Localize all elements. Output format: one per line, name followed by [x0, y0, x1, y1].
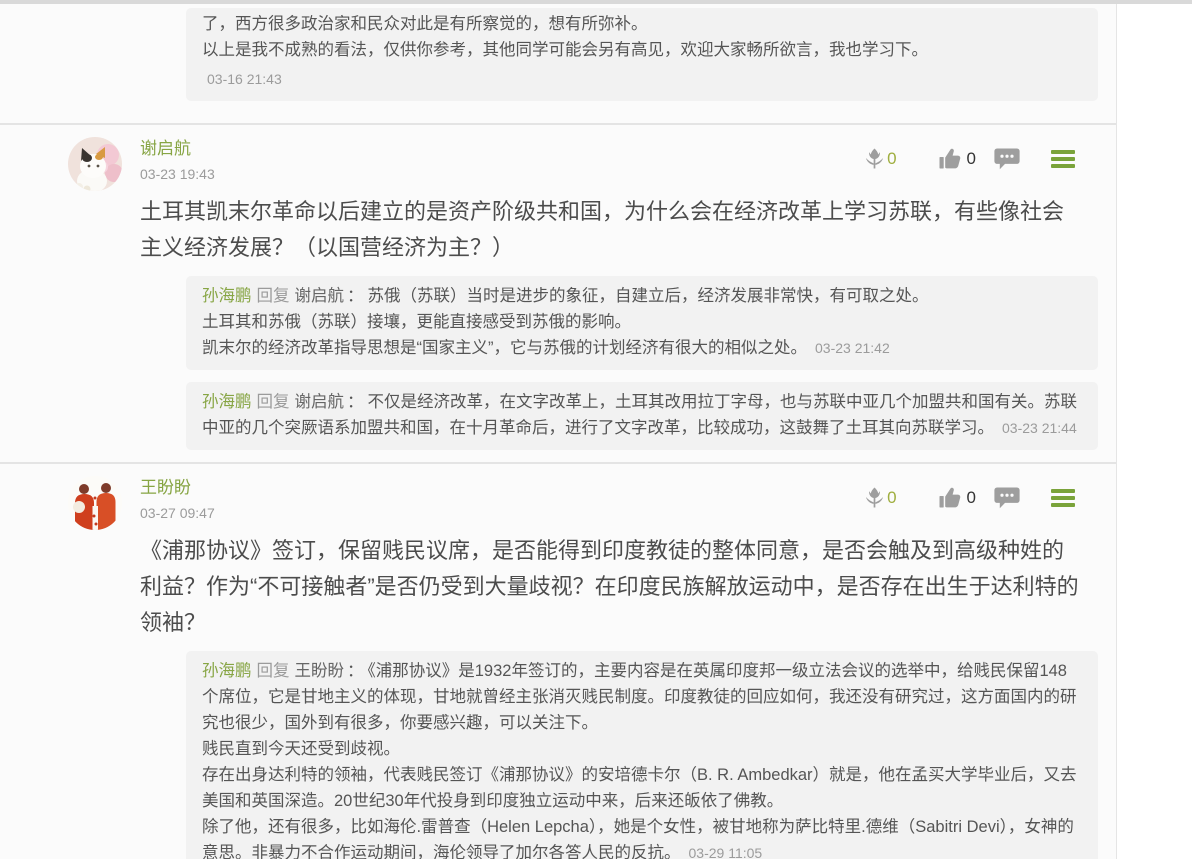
reply-box: 孙海鹏回复谢启航：苏俄（苏联）当时是进步的象征，自建立后，经济发展非常快，有可取…	[186, 276, 1098, 370]
reply-timestamp: 03-29 11:05	[689, 845, 763, 859]
avatar[interactable]	[68, 476, 122, 530]
comment-bubble-icon	[994, 487, 1020, 509]
vote-count: 0	[887, 488, 896, 508]
avatar[interactable]	[68, 137, 122, 191]
reply-box: 孙海鹏回复谢启航：不仅是经济改革，在文字改革上，土耳其改用拉丁字母，也与苏联中亚…	[186, 382, 1098, 450]
comment-thread: 谢启航 03-23 19:43 0 0	[0, 125, 1116, 462]
discussion-thread-panel: 了，西方很多政治家和民众对此是有所察觉的，想有所弥补。 以上是我不成熟的看法，仅…	[0, 4, 1117, 859]
reply-word: 回复	[257, 662, 290, 680]
reply-author[interactable]: 孙海鹏	[202, 393, 252, 411]
reply-author[interactable]: 孙海鹏	[202, 287, 252, 305]
like-button[interactable]: 0	[939, 148, 976, 169]
reply-word: 回复	[257, 287, 290, 305]
comment-reply-button[interactable]	[994, 487, 1020, 509]
reply-paragraph: 孙海鹏回复谢启航：不仅是经济改革，在文字改革上，土耳其改用拉丁字母，也与苏联中亚…	[202, 389, 1080, 441]
flower-icon	[865, 486, 884, 509]
comment-question-text: 《浦那协议》签订，保留贱民议席，是否能得到印度教徒的整体同意，是否会触及到高级种…	[140, 533, 1079, 641]
couple-avatar-image	[68, 476, 122, 530]
reply-paragraph: 凯末尔的经济改革指导思想是“国家主义”，它与苏俄的计划经济有很大的相似之处。 03…	[202, 335, 1080, 361]
thumbs-up-icon	[939, 148, 961, 169]
reply-target-author[interactable]: 谢启航	[295, 287, 345, 305]
reply-paragraph: 孙海鹏回复王盼盼：《浦那协议》是1932年签订的，主要内容是在英属印度邦一级立法…	[202, 658, 1080, 736]
reply-word: 回复	[257, 393, 290, 411]
reply-paragraph: 存在出身达利特的领袖，代表贱民签订《浦那协议》的安培德卡尔（B. R. Ambe…	[202, 762, 1080, 814]
comment-thread-partial: 了，西方很多政治家和民众对此是有所察觉的，想有所弥补。 以上是我不成熟的看法，仅…	[0, 4, 1116, 123]
reply-timestamp: 03-16 21:43	[202, 66, 1080, 92]
reply-paragraph: 除了他，还有很多，比如海伦.雷普查（Helen Lepcha），她是个女性，被甘…	[202, 814, 1080, 859]
flower-icon	[865, 147, 884, 170]
reply-target-author[interactable]: 王盼盼	[295, 662, 345, 680]
reply-text: 苏俄（苏联）当时是进步的象征，自建立后，经济发展非常快，有可取之处。	[368, 287, 929, 305]
reply-paragraph: 土耳其和苏俄（苏联）接壤，更能直接感受到苏俄的影响。	[202, 309, 1080, 335]
like-count: 0	[967, 149, 976, 169]
reply-target-author[interactable]: 谢启航	[295, 393, 345, 411]
reply-author[interactable]: 孙海鹏	[202, 662, 252, 680]
comment-actions: 0 0	[865, 486, 1075, 509]
reply-timestamp: 03-23 21:44	[1002, 420, 1077, 436]
vote-count: 0	[887, 149, 896, 169]
reply-text-line: 以上是我不成熟的看法，仅供你参考，其他同学可能会另有高见，欢迎大家畅所欲言，我也…	[202, 37, 1080, 63]
cat-avatar-image	[68, 137, 122, 191]
reply-timestamp: 03-23 21:42	[815, 340, 890, 356]
reply-paragraph: 贱民直到今天还受到歧视。	[202, 736, 1080, 762]
hamburger-menu-icon[interactable]	[1051, 150, 1075, 168]
like-button[interactable]: 0	[939, 487, 976, 508]
reply-text-line: 了，西方很多政治家和民众对此是有所察觉的，想有所弥补。	[202, 11, 1080, 37]
reply-paragraph: 孙海鹏回复谢启航：苏俄（苏联）当时是进步的象征，自建立后，经济发展非常快，有可取…	[202, 283, 1080, 309]
comment-actions: 0 0	[865, 147, 1075, 170]
vote-flower-button[interactable]: 0	[865, 147, 896, 170]
comment-question-text: 土耳其凯末尔革命以后建立的是资产阶级共和国，为什么会在经济改革上学习苏联，有些像…	[140, 194, 1079, 266]
reply-text: 凯末尔的经济改革指导思想是“国家主义”，它与苏俄的计划经济有很大的相似之处。	[202, 339, 807, 357]
reply-box: 了，西方很多政治家和民众对此是有所察觉的，想有所弥补。 以上是我不成熟的看法，仅…	[186, 8, 1098, 101]
hamburger-menu-icon[interactable]	[1051, 489, 1075, 507]
reply-box: 孙海鹏回复王盼盼：《浦那协议》是1932年签订的，主要内容是在英属印度邦一级立法…	[186, 651, 1098, 859]
comment-bubble-icon	[994, 148, 1020, 170]
comment-thread: 王盼盼 03-27 09:47 0 0	[0, 464, 1116, 859]
vote-flower-button[interactable]: 0	[865, 486, 896, 509]
reply-text: 除了他，还有很多，比如海伦.雷普查（Helen Lepcha），她是个女性，被甘…	[202, 818, 1074, 859]
like-count: 0	[967, 488, 976, 508]
thumbs-up-icon	[939, 487, 961, 508]
comment-reply-button[interactable]	[994, 148, 1020, 170]
